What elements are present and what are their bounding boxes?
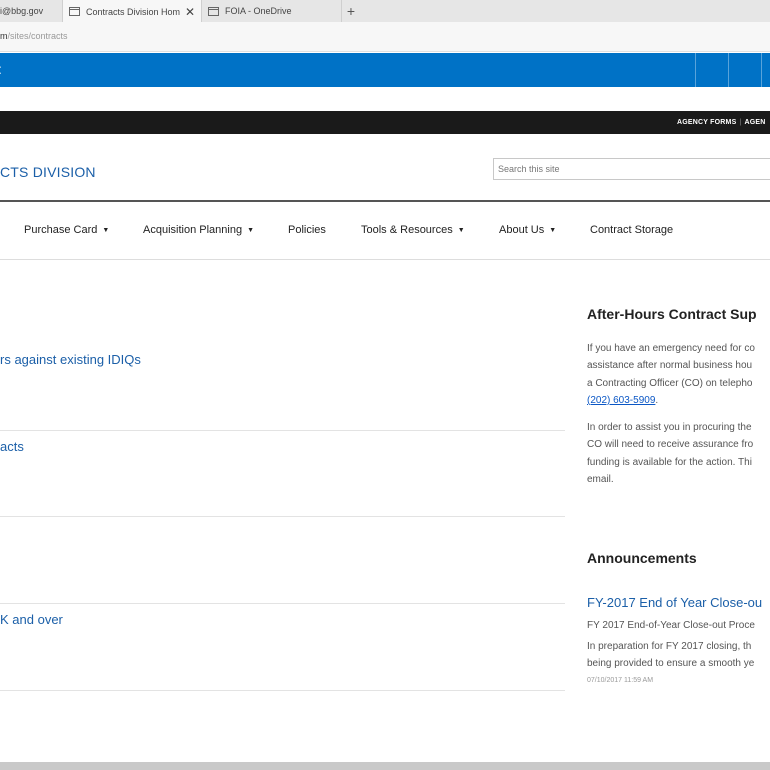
url-path: /sites/contracts	[7, 31, 68, 41]
search-input[interactable]: Search this site	[493, 158, 770, 180]
chevron-down-icon: ▼	[247, 227, 255, 234]
utility-links: AGENCY FORMS | AGEN	[677, 111, 766, 134]
text-line: funding is available for the action. Thi	[587, 456, 752, 468]
list-item-link[interactable]: rs against existing IDIQs	[0, 352, 141, 367]
row-divider	[0, 690, 565, 691]
phone-suffix: .	[655, 394, 659, 406]
phone-line: (202) 603-5909.	[587, 392, 755, 409]
suite-bar: :	[0, 53, 770, 87]
close-icon[interactable]: ✕	[183, 5, 197, 19]
text-line: If you have an emergency need for co	[587, 343, 755, 354]
new-tab-button[interactable]: +	[344, 0, 358, 22]
list-item-link[interactable]: acts	[0, 439, 24, 454]
nav-item-about-us[interactable]: About Us ▼	[499, 224, 556, 236]
list-item-link[interactable]: K and over	[0, 612, 63, 627]
after-hours-heading: After-Hours Contract Sup	[587, 306, 757, 322]
window-bottom-edge	[0, 762, 770, 770]
text-line: CO will need to receive assurance fro	[587, 439, 754, 451]
page-icon	[69, 7, 80, 16]
browser-tab-mail[interactable]: i@bbg.gov	[0, 0, 62, 22]
text-line: email.	[587, 473, 614, 485]
chevron-down-icon: ▼	[102, 227, 110, 234]
row-divider	[0, 430, 565, 431]
after-hours-paragraph-2: In order to assist you in procuring the …	[587, 419, 753, 488]
nav-item-policies[interactable]: Policies	[288, 224, 326, 236]
nav-label: About Us	[499, 224, 545, 236]
after-hours-paragraph: If you have an emergency need for co ass…	[587, 340, 755, 409]
tab-label: FOIA - OneDrive	[225, 6, 292, 16]
suite-divider	[761, 53, 762, 87]
suite-divider	[728, 53, 729, 87]
utility-separator: |	[739, 119, 742, 126]
nav-label: Tools & Resources	[361, 224, 453, 236]
tab-label: i@bbg.gov	[0, 6, 44, 16]
phone-link[interactable]: (202) 603-5909	[587, 395, 655, 406]
announcement-date: 07/10/2017 11:59 AM	[587, 677, 654, 684]
nav-item-acquisition-planning[interactable]: Acquisition Planning ▼	[143, 224, 254, 236]
nav-item-contract-storage[interactable]: Contract Storage	[590, 224, 673, 236]
page-icon	[208, 6, 219, 16]
announcement-body: In preparation for FY 2017 closing, th b…	[587, 638, 754, 673]
browser-tab-strip: i@bbg.gov Contracts Division Hom ✕ FOIA …	[0, 0, 770, 23]
agency-link[interactable]: AGEN	[744, 119, 765, 126]
app-launcher-icon[interactable]: :	[0, 61, 2, 77]
url-text: m/sites/contracts	[0, 31, 68, 41]
nav-label: Contract Storage	[590, 224, 674, 236]
address-bar[interactable]: m/sites/contracts	[0, 22, 770, 52]
text-line: assistance after normal business hou	[587, 360, 753, 372]
announcement-title-link[interactable]: FY-2017 End of Year Close-ou	[587, 595, 762, 610]
utility-bar: AGENCY FORMS | AGEN	[0, 111, 770, 134]
browser-tab-contracts[interactable]: Contracts Division Hom ✕	[62, 0, 202, 23]
browser-tab-foia[interactable]: FOIA - OneDrive	[202, 0, 342, 22]
url-domain: m	[0, 31, 8, 41]
suite-divider	[695, 53, 696, 87]
row-divider	[0, 516, 565, 517]
chevron-down-icon: ▼	[549, 227, 557, 234]
tab-label: Contracts Division Hom	[86, 6, 181, 17]
nav-label: Acquisition Planning	[143, 224, 243, 236]
announcements-heading: Announcements	[587, 550, 697, 566]
text-line: being provided to ensure a smooth ye	[587, 658, 755, 670]
nav-item-tools-resources[interactable]: Tools & Resources ▼	[361, 224, 465, 236]
text-line: In preparation for FY 2017 closing, th	[587, 641, 752, 652]
text-line: In order to assist you in procuring the	[587, 422, 752, 433]
text-line: a Contracting Officer (CO) on telepho	[587, 377, 753, 389]
nav-label: Policies	[288, 224, 326, 236]
text-line: FY 2017 End-of-Year Close-out Proce	[587, 620, 755, 631]
top-navigation: Purchase Card ▼ Acquisition Planning ▼ Pol…	[0, 202, 770, 260]
row-divider	[0, 603, 565, 604]
site-title[interactable]: CTS DIVISION	[0, 164, 96, 180]
agency-forms-link[interactable]: AGENCY FORMS	[677, 119, 736, 126]
chevron-down-icon: ▼	[457, 227, 465, 234]
nav-item-purchase-card[interactable]: Purchase Card ▼	[24, 224, 109, 236]
announcement-summary: FY 2017 End-of-Year Close-out Proce	[587, 617, 755, 634]
nav-label: Purchase Card	[24, 224, 98, 236]
